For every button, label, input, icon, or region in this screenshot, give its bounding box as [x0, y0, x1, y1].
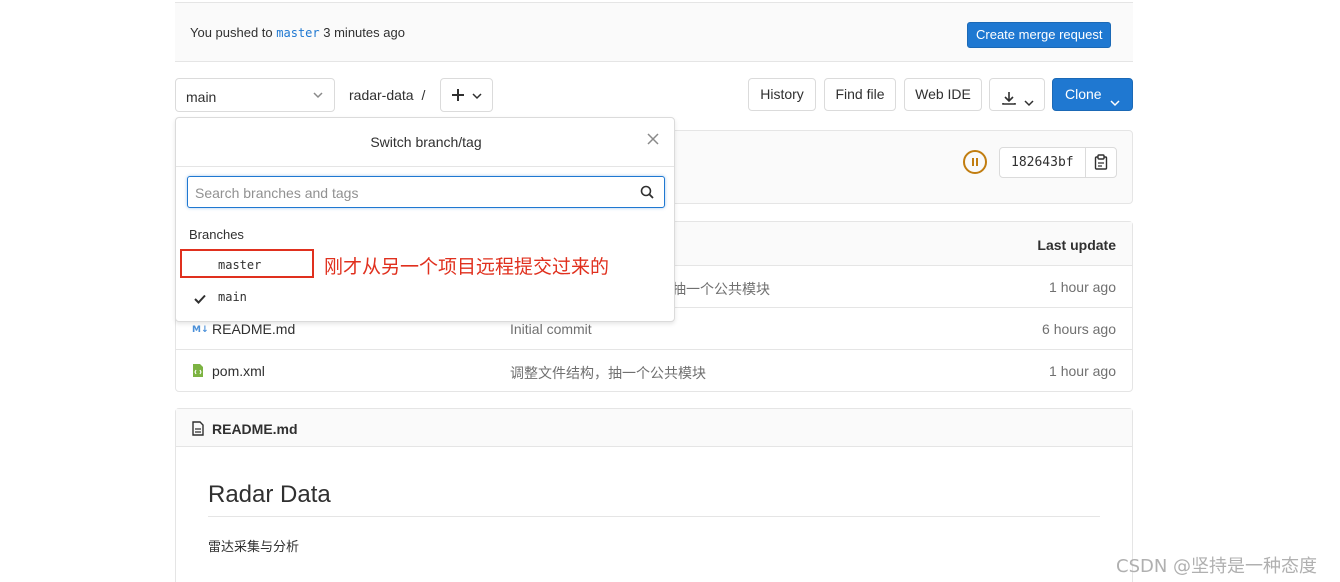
branch-item-main[interactable]: main: [181, 282, 669, 312]
branch-search-field[interactable]: [187, 176, 665, 208]
web-ide-button[interactable]: Web IDE: [904, 78, 982, 111]
branch-item-label: main: [218, 290, 247, 304]
chevron-down-icon: [472, 89, 482, 105]
commit-sha[interactable]: 182643bf: [999, 147, 1117, 178]
last-update-time: 1 hour ago: [1049, 363, 1116, 379]
file-name[interactable]: pom.xml: [212, 363, 265, 379]
readme-header: README.md: [176, 409, 1132, 447]
branch-selector-value: main: [186, 89, 217, 105]
watermark: CSDN @坚持是一种态度: [1116, 556, 1318, 577]
file-name[interactable]: README.md: [212, 321, 295, 337]
clone-label: Clone: [1065, 86, 1102, 102]
search-icon: [640, 185, 654, 202]
chevron-down-icon: [312, 88, 324, 105]
clone-button[interactable]: Clone: [1052, 78, 1133, 111]
last-update-header: Last update: [1037, 237, 1116, 253]
download-icon: [1001, 86, 1017, 117]
find-file-button[interactable]: Find file: [824, 78, 896, 111]
readme-heading: Radar Data: [208, 481, 331, 508]
breadcrumb-repo[interactable]: radar-data: [349, 87, 414, 103]
download-button[interactable]: [989, 78, 1045, 111]
close-icon[interactable]: [646, 132, 662, 148]
switch-branch-dropdown: Switch branch/tag Branches master main: [175, 117, 675, 322]
plus-icon: [450, 87, 466, 106]
check-icon: [194, 291, 206, 307]
chevron-down-icon: [1024, 89, 1034, 120]
annotation-text: 刚才从另一个项目远程提交过来的: [324, 256, 610, 278]
xml-file-icon: [192, 363, 204, 381]
last-update-time: 1 hour ago: [1049, 279, 1116, 295]
readme-divider: [208, 516, 1100, 517]
branch-search-input[interactable]: [195, 183, 625, 203]
push-prefix: You pushed to: [190, 25, 273, 40]
commit-message[interactable]: 调整文件结构，抽一个公共模块: [510, 363, 706, 383]
readme-file-name[interactable]: README.md: [212, 421, 298, 437]
file-icon: [192, 421, 204, 439]
breadcrumb: radar-data /: [349, 87, 425, 103]
last-update-time: 6 hours ago: [1042, 321, 1116, 337]
dropdown-title: Switch branch/tag: [370, 134, 482, 150]
push-time: 3 minutes ago: [323, 25, 405, 40]
create-merge-request-button[interactable]: Create merge request: [967, 22, 1112, 48]
commit-sha-text: 182643bf: [1011, 155, 1074, 170]
commit-message[interactable]: Initial commit: [510, 321, 592, 337]
history-button[interactable]: History: [748, 78, 816, 111]
branches-section-header: Branches: [189, 227, 244, 242]
markdown-icon: M↓: [192, 321, 209, 338]
push-branch-link[interactable]: master: [276, 26, 319, 40]
add-file-button[interactable]: [440, 78, 493, 112]
readme-paragraph: 雷达采集与分析: [208, 539, 300, 554]
breadcrumb-separator: /: [421, 87, 426, 103]
push-banner: You pushed to master 3 minutes ago Creat…: [175, 2, 1133, 62]
commit-message[interactable]: 抽一个公共模块: [672, 279, 770, 299]
pipeline-paused-icon[interactable]: [963, 150, 987, 174]
table-row[interactable]: pom.xml 调整文件结构，抽一个公共模块 1 hour ago: [176, 350, 1132, 392]
copy-sha-button[interactable]: [1085, 148, 1116, 177]
chevron-down-icon: [1110, 89, 1120, 120]
dropdown-divider: [176, 166, 674, 167]
push-message: You pushed to master 3 minutes ago: [190, 25, 405, 40]
readme-panel: README.md Radar Data 雷达采集与分析: [175, 408, 1133, 582]
annotation-highlight-box: [180, 249, 314, 278]
branch-selector[interactable]: main: [175, 78, 335, 112]
svg-text:M↓: M↓: [192, 325, 208, 335]
clipboard-icon: [1094, 154, 1108, 173]
